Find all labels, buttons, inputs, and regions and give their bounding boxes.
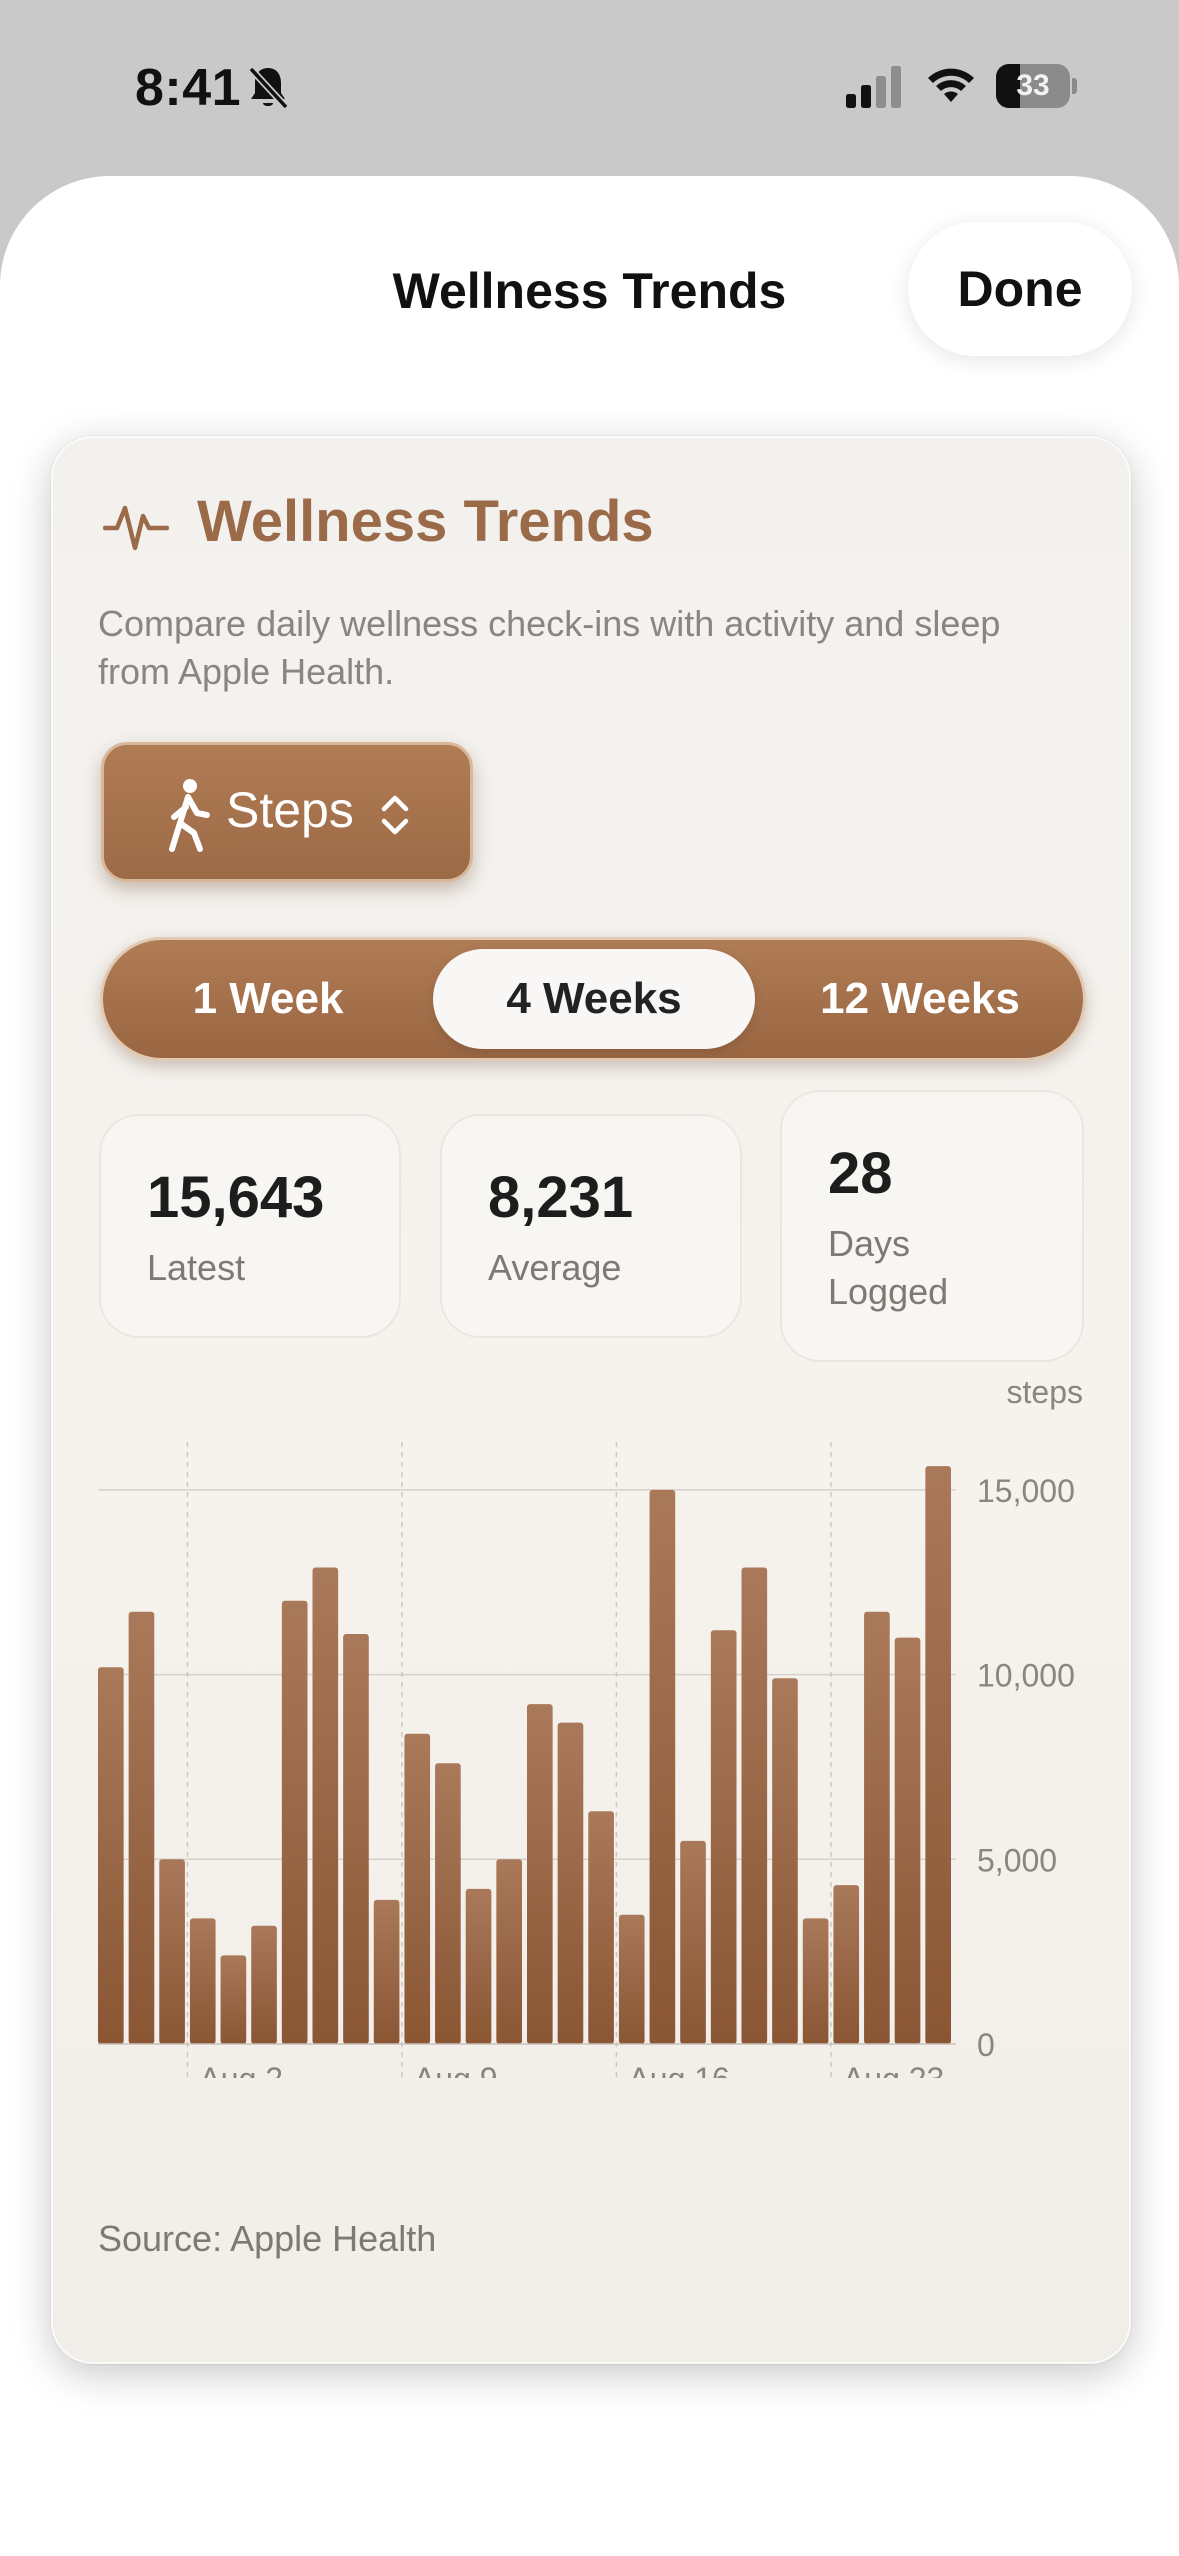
bar — [649, 1489, 676, 2044]
bar — [98, 1667, 124, 2044]
bar — [159, 1859, 185, 2044]
waveform-icon — [103, 505, 169, 551]
status-time: 8:41 — [135, 59, 242, 117]
stat-label: Days Logged — [828, 1223, 949, 1312]
bar — [251, 1925, 277, 2044]
bar — [496, 1859, 522, 2044]
range-option-12-weeks[interactable]: 12 Weeks — [755, 940, 1085, 1058]
bar — [618, 1914, 645, 2044]
y-tick-label: 15,000 — [977, 1473, 1075, 1509]
range-option-4-weeks[interactable]: 4 Weeks — [433, 949, 755, 1049]
metric-selector-button[interactable]: Steps — [101, 742, 473, 882]
bar — [772, 1678, 798, 2044]
battery-cap — [1072, 78, 1077, 94]
bar — [894, 1637, 921, 2044]
bar — [680, 1840, 706, 2044]
stat-card-days-logged: 28 Days Logged — [780, 1090, 1084, 1362]
battery-icon: 33 — [996, 64, 1077, 108]
x-tick-label: Aug 23 — [843, 2061, 944, 2078]
y-tick-label: 5,000 — [977, 1842, 1057, 1878]
y-axis-unit-label: steps — [1007, 1374, 1083, 1410]
bar — [925, 1466, 951, 2044]
stat-value: 28 — [828, 1141, 893, 1206]
stat-label: Latest — [147, 1247, 246, 1288]
range-option-1-week[interactable]: 1 Week — [103, 940, 433, 1058]
y-tick-label: 10,000 — [977, 1658, 1075, 1694]
bar — [343, 1633, 369, 2044]
y-tick-label: 0 — [977, 2027, 995, 2063]
wifi-icon — [928, 68, 974, 102]
bar — [741, 1567, 768, 2044]
bar — [220, 1955, 247, 2044]
stat-card-average: 8,231 Average — [440, 1114, 742, 1338]
bar — [588, 1811, 614, 2044]
source-label: Source: Apple Health — [98, 2218, 437, 2259]
card-description: Compare daily wellness check-ins with ac… — [98, 603, 1001, 692]
steps-bar-chart: steps 0 5,000 10,000 15,000 Aug 2 Aug 9 Aug 16 A… — [98, 1374, 1083, 2078]
status-bar: 8:41 33 — [0, 0, 1179, 170]
bar — [373, 1899, 400, 2044]
bar — [189, 1918, 216, 2044]
bar — [802, 1918, 829, 2044]
cellular-signal-icon — [846, 66, 901, 108]
bar — [404, 1733, 431, 2044]
bar — [128, 1611, 155, 2044]
bar — [312, 1567, 339, 2044]
bar — [833, 1885, 860, 2044]
x-tick-label: Aug 9 — [414, 2061, 498, 2078]
battery-level: 33 — [1016, 69, 1050, 102]
done-button[interactable]: Done — [908, 222, 1132, 356]
stat-label: Average — [488, 1247, 622, 1288]
bar — [557, 1722, 584, 2044]
bar — [527, 1704, 553, 2044]
x-tick-label: Aug 16 — [628, 2061, 729, 2078]
bar — [281, 1600, 308, 2044]
bell-slash-icon — [248, 66, 289, 110]
bar — [465, 1888, 492, 2044]
x-tick-label: Aug 2 — [199, 2061, 283, 2078]
stat-value: 8,231 — [488, 1165, 634, 1230]
bar — [864, 1611, 890, 2044]
bar — [710, 1630, 737, 2044]
battery-body: 33 — [996, 64, 1070, 108]
chevron-up-down-icon — [381, 795, 409, 835]
modal-sheet: Wellness Trends Done Wellness Trends Com… — [0, 176, 1179, 2556]
wellness-trends-card: Wellness Trends Compare daily wellness c… — [51, 436, 1131, 2364]
figure-walk-icon — [169, 779, 210, 852]
stat-value: 15,643 — [147, 1165, 325, 1230]
metric-selector-label: Steps — [226, 782, 354, 838]
stat-card-latest: 15,643 Latest — [99, 1114, 401, 1338]
card-title: Wellness Trends — [197, 489, 654, 554]
range-segmented-control: 1 Week 4 Weeks 12 Weeks — [100, 937, 1086, 1061]
bar — [435, 1763, 461, 2044]
